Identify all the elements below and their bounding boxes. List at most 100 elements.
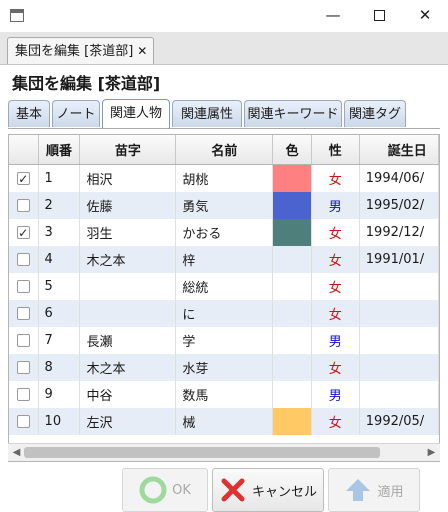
- column-header-order[interactable]: 順番: [38, 135, 81, 165]
- check-cell[interactable]: [9, 327, 39, 354]
- order-cell: 8: [38, 354, 81, 381]
- tab-related-attributes[interactable]: 関連属性: [172, 100, 242, 127]
- name-cell: 学: [175, 327, 274, 354]
- panel-title: 集団を編集 [茶道部]: [12, 74, 161, 93]
- tab-related-keywords[interactable]: 関連キーワード: [244, 100, 342, 127]
- sex-cell: 女: [311, 246, 360, 273]
- column-header-birthday[interactable]: 誕生日: [359, 135, 439, 165]
- check-cell[interactable]: [9, 246, 39, 273]
- scroll-left-icon[interactable]: ◀: [8, 444, 25, 461]
- order-cell: 4: [38, 246, 81, 273]
- tab-related-persons[interactable]: 関連人物: [102, 99, 170, 128]
- surname-cell: 中谷: [79, 381, 177, 408]
- surname-cell: 相沢: [79, 164, 177, 192]
- tab-basic[interactable]: 基本: [8, 100, 50, 127]
- ok-button[interactable]: OK: [122, 468, 208, 512]
- close-window-button[interactable]: ✕: [402, 0, 448, 32]
- surname-cell: [79, 273, 177, 300]
- surname-cell: 木之本: [79, 354, 177, 381]
- maximize-button[interactable]: [356, 0, 402, 32]
- order-cell: 7: [38, 327, 81, 354]
- table-header-row: 順番 苗字 名前 色 性 誕生日: [9, 135, 439, 165]
- row-checkbox[interactable]: [16, 415, 30, 428]
- window-icon: [10, 9, 24, 22]
- column-header-sex[interactable]: 性: [311, 135, 360, 165]
- persons-table[interactable]: 順番 苗字 名前 色 性 誕生日 ✓ 1 相沢 胡桃女 1994/06/2 佐藤 勇気男 19…: [8, 134, 440, 462]
- surname-cell: 佐藤: [79, 192, 177, 219]
- table-row[interactable]: 5 総統 女: [9, 273, 439, 300]
- apply-button[interactable]: 適用: [328, 468, 420, 512]
- check-cell[interactable]: ✓: [9, 164, 39, 192]
- row-checkbox[interactable]: [16, 253, 30, 266]
- table-row[interactable]: 7 長瀬学 男: [9, 327, 439, 354]
- up-arrow-icon: [344, 476, 372, 504]
- color-cell: [272, 192, 312, 219]
- surname-cell: 木之本: [79, 246, 177, 273]
- column-header-color[interactable]: 色: [272, 135, 312, 165]
- sex-cell: 女: [311, 300, 360, 327]
- table-row[interactable]: ✓ 1 相沢 胡桃 女 1994/06/: [9, 164, 439, 192]
- sex-cell: 女: [311, 408, 360, 435]
- row-checkbox[interactable]: [16, 199, 30, 212]
- document-tab[interactable]: 集団を編集 [茶道部] ✕: [7, 37, 155, 64]
- sex-cell: 女: [311, 273, 360, 300]
- column-header-check[interactable]: [9, 135, 39, 165]
- horizontal-scrollbar[interactable]: ◀ ▶: [8, 443, 440, 461]
- check-cell[interactable]: [9, 192, 39, 219]
- check-cell[interactable]: ✓: [9, 219, 39, 246]
- check-cell[interactable]: [9, 408, 39, 435]
- name-cell: 械: [175, 408, 274, 435]
- check-cell[interactable]: [9, 354, 39, 381]
- birthday-cell: [359, 300, 439, 327]
- sex-cell: 女: [311, 219, 360, 246]
- row-checkbox[interactable]: ✓: [16, 172, 30, 185]
- table-row[interactable]: 9 中谷 数馬 男: [9, 381, 439, 408]
- cancel-label: キャンセル: [251, 484, 317, 500]
- birthday-cell: [359, 381, 439, 408]
- table-row[interactable]: 2 佐藤 勇気 男 1995/02/: [9, 192, 439, 219]
- table-row[interactable]: 10 左沢械 女 1992/05/: [9, 408, 439, 435]
- tab-related-tags[interactable]: 関連タグ: [344, 100, 406, 127]
- column-header-surname[interactable]: 苗字: [79, 135, 177, 165]
- name-cell: 梓: [175, 246, 274, 273]
- check-cell[interactable]: [9, 273, 39, 300]
- row-checkbox[interactable]: [16, 307, 30, 320]
- column-header-name[interactable]: 名前: [175, 135, 274, 165]
- order-cell: 9: [38, 381, 81, 408]
- tab-note[interactable]: ノート: [52, 100, 100, 127]
- minimize-button[interactable]: —: [310, 0, 356, 32]
- color-cell: [272, 273, 312, 300]
- row-checkbox[interactable]: [16, 388, 30, 401]
- surname-cell: 長瀬: [79, 327, 177, 354]
- sex-cell: 女: [311, 164, 360, 192]
- name-cell: 水芽: [175, 354, 274, 381]
- table-row[interactable]: 8 木之本 水芽 女: [9, 354, 439, 381]
- scrollbar-thumb[interactable]: [24, 447, 380, 458]
- scroll-right-icon[interactable]: ▶: [423, 444, 440, 461]
- cancel-button[interactable]: キャンセル: [212, 468, 324, 512]
- table-row[interactable]: 6 に 女: [9, 300, 439, 327]
- row-checkbox[interactable]: ✓: [16, 226, 30, 239]
- name-cell: 胡桃: [175, 164, 274, 192]
- birthday-cell: 1994/06/: [359, 164, 439, 192]
- color-cell: [272, 354, 312, 381]
- title-bar: — ✕: [0, 0, 448, 32]
- tab-close-icon[interactable]: ✕: [137, 44, 147, 58]
- birthday-cell: [359, 273, 439, 300]
- sex-cell: 男: [311, 327, 360, 354]
- table-row[interactable]: 4 木之本梓 女 1991/01/: [9, 246, 439, 273]
- check-cell[interactable]: [9, 300, 39, 327]
- sex-cell: 男: [311, 381, 360, 408]
- order-cell: 3: [38, 219, 81, 246]
- row-checkbox[interactable]: [16, 334, 30, 347]
- row-checkbox[interactable]: [16, 361, 30, 374]
- table-row[interactable]: ✓ 3 羽生 かおる 女 1992/12/: [9, 219, 439, 246]
- order-cell: 6: [38, 300, 81, 327]
- row-checkbox[interactable]: [16, 280, 30, 293]
- name-cell: 数馬: [175, 381, 274, 408]
- surname-cell: 左沢: [79, 408, 177, 435]
- surname-cell: [79, 300, 177, 327]
- check-cell[interactable]: [9, 381, 39, 408]
- close-icon: ✕: [418, 6, 432, 24]
- birthday-cell: 1995/02/: [359, 192, 439, 219]
